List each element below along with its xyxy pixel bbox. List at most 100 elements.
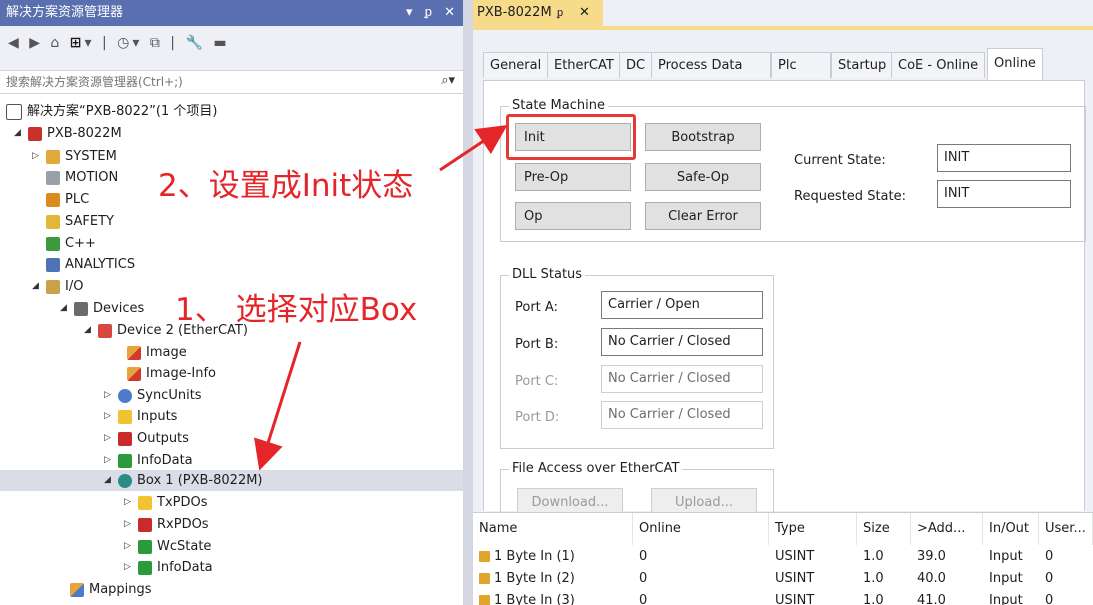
tree-item-cpp[interactable]: C++ <box>46 233 96 254</box>
expanded-arrow-icon[interactable]: ◢ <box>84 320 98 341</box>
box-icon <box>118 473 132 488</box>
dll-status-group: DLL Status Port A: Carrier / Open Port B… <box>500 267 774 449</box>
tab-process-data[interactable]: Process Data <box>651 52 771 78</box>
tree-item-box1[interactable]: ◢ Box 1 (PXB-8022M) <box>0 470 463 491</box>
search-bar: ⌕▾ <box>0 70 463 94</box>
variables-grid: Name Online Type Size >Add... In/Out Use… <box>473 512 1093 605</box>
column-header-online[interactable]: Online <box>633 513 769 545</box>
annotation-step2: 2、设置成Init状态 <box>158 168 414 204</box>
tree-item-rxpdos[interactable]: ▷ RxPDOs <box>124 514 209 535</box>
current-state-label: Current State: <box>794 153 886 168</box>
tree-item-image-info[interactable]: Image-Info <box>127 363 216 384</box>
plc-icon <box>46 192 60 207</box>
tree-item-mappings[interactable]: Mappings <box>70 579 152 600</box>
infodata-icon <box>118 453 132 468</box>
collapsed-arrow-icon[interactable]: ▷ <box>124 492 138 513</box>
collapsed-arrow-icon[interactable]: ▷ <box>124 536 138 557</box>
column-header-in-out[interactable]: In/Out <box>983 513 1039 545</box>
tree-item-wcstate[interactable]: ▷ WcState <box>124 536 211 557</box>
project-icon <box>28 126 42 141</box>
document-tab[interactable]: PXB-8022M ᵱ ✕ <box>473 0 603 26</box>
port-a-field: Carrier / Open <box>601 291 763 319</box>
solution-icon <box>6 103 22 120</box>
state-machine-title: State Machine <box>509 98 608 113</box>
tab-dc[interactable]: DC <box>619 52 653 78</box>
safety-icon <box>46 214 60 229</box>
tree-item-solution[interactable]: 解决方案“PXB-8022”(1 个项目) <box>6 101 217 122</box>
column-header-user[interactable]: User... <box>1039 513 1093 545</box>
port-d-label: Port D: <box>515 410 560 425</box>
rxpdos-icon <box>138 517 152 532</box>
tree-item-motion[interactable]: MOTION <box>46 167 118 188</box>
init-highlight-box <box>506 114 636 160</box>
op-button[interactable]: Op <box>515 202 631 230</box>
safe-op-button[interactable]: Safe-Op <box>645 163 761 191</box>
window-position-dropdown-icon[interactable]: ▾ <box>406 5 413 20</box>
txpdos-icon <box>138 495 152 510</box>
current-state-field: INIT <box>937 144 1071 172</box>
tree-item-system[interactable]: ▷ SYSTEM <box>32 146 117 167</box>
port-c-label: Port C: <box>515 374 559 389</box>
system-icon <box>46 149 60 164</box>
collapsed-arrow-icon[interactable]: ▷ <box>124 557 138 578</box>
tab-coe-online[interactable]: CoE - Online <box>891 52 986 78</box>
collapsed-arrow-icon[interactable]: ▷ <box>104 450 118 471</box>
pin-icon[interactable]: ᵱ <box>425 5 432 20</box>
document-tab-label: PXB-8022M <box>477 5 552 20</box>
expanded-arrow-icon[interactable]: ◢ <box>32 276 46 297</box>
pre-op-button[interactable]: Pre-Op <box>515 163 631 191</box>
tree-item-infodata[interactable]: ▷ InfoData <box>104 450 193 471</box>
collapsed-arrow-icon[interactable]: ▷ <box>124 514 138 535</box>
tree-item-box-infodata[interactable]: ▷ InfoData <box>124 557 213 578</box>
title-controls: ▾ ᵱ ✕ <box>398 0 455 26</box>
tab-plc[interactable]: Plc <box>771 52 831 78</box>
column-header-size[interactable]: Size <box>857 513 911 545</box>
column-header-address[interactable]: >Add... <box>911 513 983 545</box>
infodata-icon <box>138 560 152 575</box>
tab-online[interactable]: Online <box>987 48 1043 80</box>
tree-item-analytics[interactable]: ANALYTICS <box>46 254 135 275</box>
expanded-arrow-icon[interactable]: ◢ <box>60 298 74 319</box>
toolbar-icons[interactable]: ◀ ▶ ⌂ ⊞▾ | ◷▾ ⧉ | 🔧 ▬ <box>8 35 230 51</box>
tab-general[interactable]: General <box>483 52 549 78</box>
port-c-field: No Carrier / Closed <box>601 365 763 393</box>
solution-explorer-title: 解决方案资源管理器 <box>6 5 124 20</box>
tree-item-project[interactable]: ◢ PXB-8022M <box>14 123 122 144</box>
bootstrap-button[interactable]: Bootstrap <box>645 123 761 151</box>
port-d-field: No Carrier / Closed <box>601 401 763 429</box>
analytics-icon <box>46 257 60 272</box>
requested-state-field: INIT <box>937 180 1071 208</box>
panel-splitter[interactable] <box>463 0 473 605</box>
outputs-icon <box>118 431 132 446</box>
tree-item-outputs[interactable]: ▷ Outputs <box>104 428 189 449</box>
close-icon[interactable]: ✕ <box>444 5 455 20</box>
tab-ethercat[interactable]: EtherCAT <box>547 52 621 78</box>
tree-item-image[interactable]: Image <box>127 342 187 363</box>
clear-error-button[interactable]: Clear Error <box>645 202 761 230</box>
collapsed-arrow-icon[interactable]: ▷ <box>104 385 118 406</box>
tree-item-inputs[interactable]: ▷ Inputs <box>104 406 177 427</box>
solution-explorer-title-bar: 解决方案资源管理器 ▾ ᵱ ✕ <box>0 0 463 26</box>
tree-item-plc[interactable]: PLC <box>46 189 89 210</box>
io-icon <box>46 279 60 294</box>
collapsed-arrow-icon[interactable]: ▷ <box>32 146 46 167</box>
tree-item-syncunits[interactable]: ▷ SyncUnits <box>104 385 202 406</box>
column-header-name[interactable]: Name <box>473 513 633 545</box>
column-header-type[interactable]: Type <box>769 513 857 545</box>
tab-startup[interactable]: Startup <box>831 52 894 78</box>
expanded-arrow-icon[interactable]: ◢ <box>14 123 28 144</box>
tree-item-devices[interactable]: ◢ Devices <box>60 298 144 319</box>
collapsed-arrow-icon[interactable]: ▷ <box>104 406 118 427</box>
expanded-arrow-icon[interactable]: ◢ <box>104 470 118 491</box>
tree-item-txpdos[interactable]: ▷ TxPDOs <box>124 492 208 513</box>
tree-item-io[interactable]: ◢ I/O <box>32 276 83 297</box>
editor-panel: PXB-8022M ᵱ ✕ General EtherCAT DC Proces… <box>473 0 1093 605</box>
devices-icon <box>74 301 88 316</box>
pin-icon[interactable]: ᵱ <box>557 0 563 26</box>
search-input[interactable] <box>4 73 428 91</box>
tree-item-safety[interactable]: SAFETY <box>46 211 114 232</box>
collapsed-arrow-icon[interactable]: ▷ <box>104 428 118 449</box>
annotation-step1: 1、 选择对应Box <box>175 292 418 328</box>
close-icon[interactable]: ✕ <box>579 0 590 26</box>
search-icon[interactable]: ⌕▾ <box>441 73 455 88</box>
